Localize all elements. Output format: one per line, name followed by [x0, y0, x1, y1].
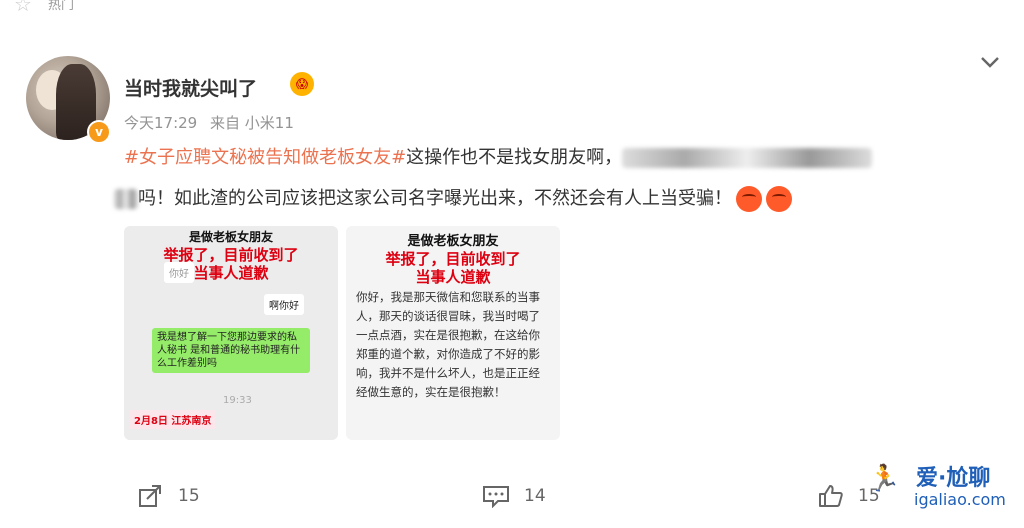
- chat-bubble-green: 我是想了解一下您那边要求的私人秘书 是和普通的秘书助理有什么工作差别吗: [152, 328, 310, 373]
- post-text-line2: 吗！如此渣的公司应该把这家公司名字曝光出来，不然还会有人上当受骗！: [114, 184, 792, 212]
- post-time[interactable]: 今天17:29: [124, 114, 197, 132]
- post-image-2[interactable]: 是做老板女朋友 举报了，目前收到了 当事人道歉 你好，我是那天微信和您联系的当事…: [346, 226, 560, 440]
- chat-bubble-grey: 你好: [164, 262, 194, 283]
- top-strip: ☆ 热门: [0, 0, 1024, 16]
- chat-time: 19:33: [223, 395, 252, 406]
- chat-bubble-white: 啊你好: [264, 294, 304, 315]
- comment-button[interactable]: 14: [482, 484, 546, 508]
- post-text-part1: 这操作也不是找女朋友啊，: [406, 147, 623, 168]
- site-watermark: 🏃 爱·尬聊 igaliao.com: [868, 458, 1024, 520]
- repost-count: 15: [178, 486, 200, 506]
- post-source: 来自 小米11: [210, 114, 294, 132]
- runner-logo-icon: 🏃: [868, 464, 901, 494]
- scream-emoji-icon: 😱: [290, 72, 314, 96]
- hot-label: 热门: [48, 0, 75, 13]
- date-tag: 2月8日 江苏南京: [130, 410, 216, 429]
- apology-letter: 你好，我是那天微信和您联系的当事人，那天的谈话很冒昧，我当时喝了一点点酒，实在是…: [356, 290, 540, 399]
- username[interactable]: 当时我就尖叫了: [124, 74, 257, 101]
- angry-emoji-icon: [766, 186, 792, 212]
- post-text-part2: 吗！如此渣的公司应该把这家公司名字曝光出来，不然还会有人上当受骗！: [138, 188, 732, 209]
- image-caption-top: 是做老板女朋友: [188, 230, 273, 244]
- blurred-text: [114, 189, 138, 209]
- angry-emoji-icon: [736, 186, 762, 212]
- repost-button[interactable]: 15: [138, 484, 200, 508]
- comment-count: 14: [524, 486, 546, 506]
- watermark-url: igaliao.com: [914, 490, 1006, 509]
- star-icon: ☆: [14, 0, 32, 16]
- post-text-line1: #女子应聘文秘被告知做老板女友#这操作也不是找女朋友啊，: [124, 143, 873, 169]
- verified-badge-icon: v: [87, 120, 111, 144]
- comment-icon: [483, 486, 509, 508]
- watermark-title: 爱·尬聊: [916, 466, 991, 491]
- repost-icon: [139, 485, 161, 507]
- post-meta: 今天17:29 来自 小米11: [124, 112, 302, 133]
- hashtag-link[interactable]: #女子应聘文秘被告知做老板女友#: [124, 147, 406, 168]
- image-caption-red2: 当事人道歉: [415, 268, 491, 286]
- post-image-1[interactable]: 是做老板女朋友 举报了，目前收到了 当事人道歉 你好 啊你好 我是想了解一下您那…: [124, 226, 338, 440]
- thumbs-up-icon: [819, 485, 843, 507]
- image-caption-red2: 当事人道歉: [193, 264, 269, 282]
- image-caption-top: 是做老板女朋友: [407, 234, 499, 249]
- chevron-down-icon[interactable]: [978, 52, 1002, 72]
- blurred-text: [622, 148, 873, 168]
